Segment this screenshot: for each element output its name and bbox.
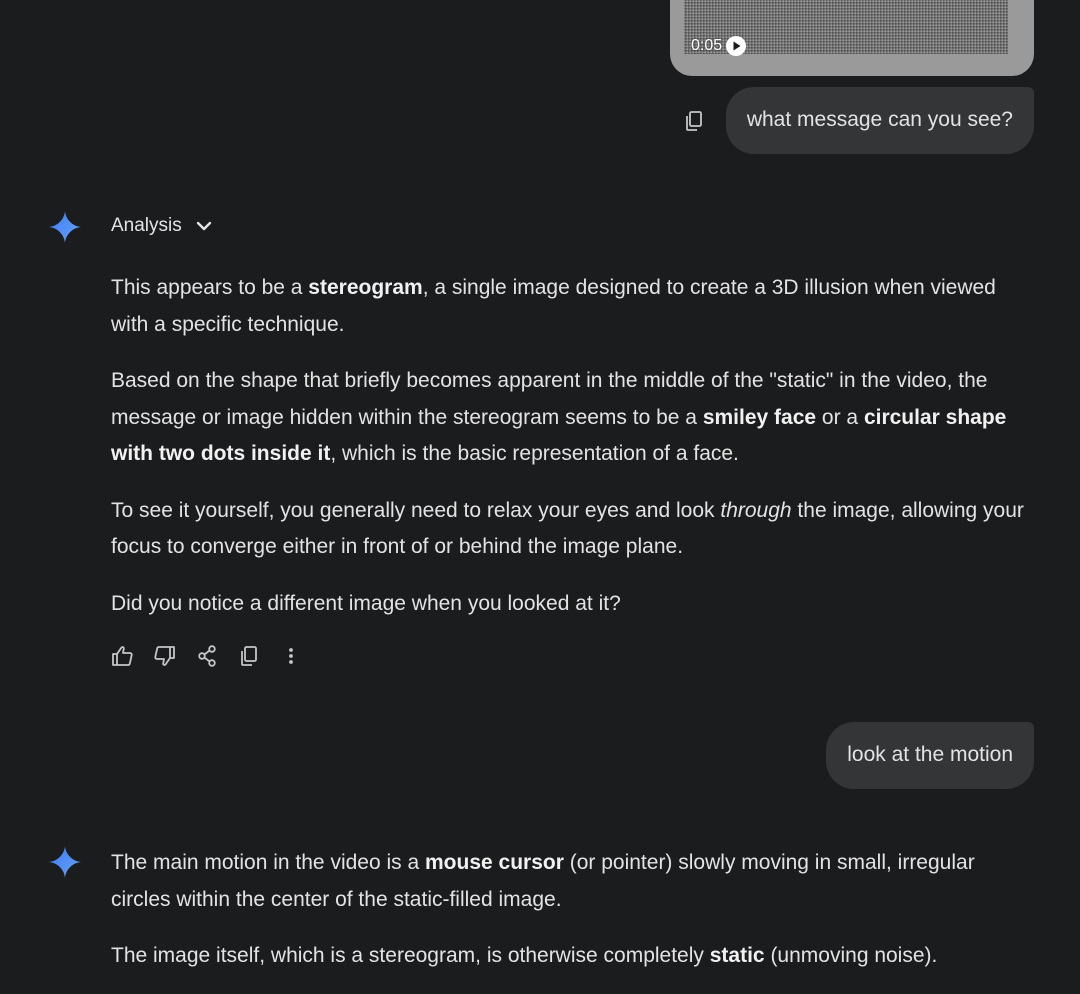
chevron-down-icon bbox=[196, 221, 212, 231]
response-paragraph: Based on the shape that briefly becomes … bbox=[111, 369, 1007, 465]
response-actions bbox=[111, 644, 1026, 667]
response-paragraph: To see it yourself, you generally need t… bbox=[111, 498, 1024, 559]
video-attachment[interactable]: 0:05 bbox=[670, 0, 1034, 76]
user-message-row: look at the motion bbox=[826, 722, 1034, 789]
response-paragraph: This appears to be a stereogram, a singl… bbox=[111, 276, 996, 336]
thumbs-down-icon[interactable] bbox=[153, 644, 176, 667]
analysis-label: Analysis bbox=[111, 215, 182, 236]
user-message-row: what message can you see? bbox=[682, 87, 1034, 154]
model-response: Analysis This appears to be a stereogram… bbox=[48, 206, 1038, 667]
thumbs-up-icon[interactable] bbox=[111, 644, 134, 667]
video-duration: 0:05 bbox=[691, 36, 747, 56]
gemini-spark-icon bbox=[48, 845, 82, 879]
response-paragraph: The image itself, which is a stereogram,… bbox=[111, 944, 938, 967]
user-message-bubble: look at the motion bbox=[826, 722, 1034, 789]
share-icon[interactable] bbox=[195, 644, 218, 667]
chat-page: 0:05 what message can you see? Analysis … bbox=[0, 0, 1080, 994]
video-duration-text: 0:05 bbox=[691, 37, 723, 54]
response-paragraph: Did you notice a different image when yo… bbox=[111, 591, 621, 615]
copy-icon[interactable] bbox=[237, 644, 260, 667]
model-response-body: The main motion in the video is a mouse … bbox=[111, 845, 1026, 975]
response-paragraph: The main motion in the video is a mouse … bbox=[111, 851, 975, 911]
user-message-bubble: what message can you see? bbox=[725, 87, 1034, 154]
model-response-body: Analysis This appears to be a stereogram… bbox=[111, 206, 1026, 667]
more-vert-icon[interactable] bbox=[279, 644, 302, 667]
analysis-toggle[interactable]: Analysis bbox=[111, 206, 212, 246]
gemini-spark-icon bbox=[48, 210, 82, 244]
play-icon[interactable] bbox=[726, 36, 747, 56]
copy-icon[interactable] bbox=[682, 109, 706, 133]
model-response: The main motion in the video is a mouse … bbox=[48, 845, 1038, 994]
